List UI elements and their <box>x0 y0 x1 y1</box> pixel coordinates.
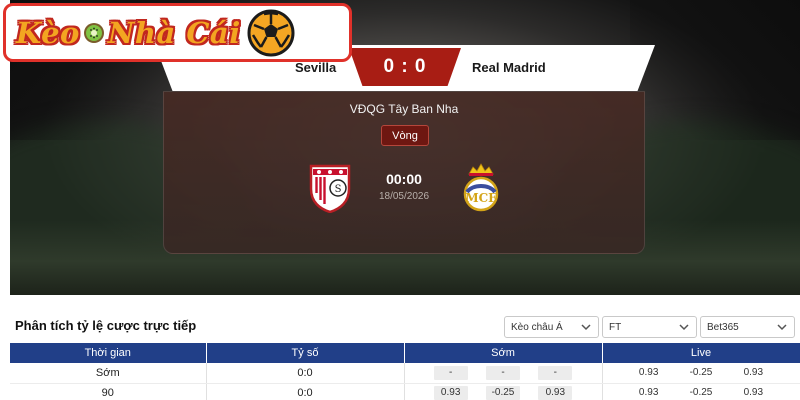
away-team-name[interactable]: Real Madrid <box>472 60 546 75</box>
bookmaker-select-value: Bet365 <box>707 321 739 333</box>
odds-table: Thời gian Tỷ số Sớm Live Sớm 0:0 - - - 0… <box>10 343 800 400</box>
odds-value: -0.25 <box>683 365 718 380</box>
odds-value: - <box>485 365 520 380</box>
away-team-logo[interactable]: MCF <box>455 160 507 216</box>
column-header-live: Live <box>602 343 800 363</box>
kiwi-icon <box>83 22 104 43</box>
chevron-down-icon <box>581 324 591 331</box>
soccer-ball-icon <box>247 9 295 56</box>
table-row: 90 0:0 0.93 -0.25 0.93 0.93 -0.25 0.93 <box>10 383 800 400</box>
odds-value: 0.93 <box>736 386 771 400</box>
market-select-value: Kèo châu Á <box>511 321 563 333</box>
cell-early-odds: - - - <box>404 363 603 384</box>
cell-live-odds: 0.93 -0.25 0.93 <box>602 363 800 384</box>
cell-score: 0:0 <box>206 363 405 384</box>
cell-score: 0:0 <box>206 383 405 400</box>
match-card: VĐQG Tây Ban Nha Vòng S 00:00 18/05/2026… <box>163 91 645 254</box>
real-madrid-crest-icon: MCF <box>463 163 499 212</box>
league-name[interactable]: VĐQG Tây Ban Nha <box>164 102 644 116</box>
odds-value: 0.93 <box>631 386 666 400</box>
chevron-down-icon <box>679 324 689 331</box>
cell-live-odds: 0.93 -0.25 0.93 <box>602 383 800 400</box>
odds-value: 0.93 <box>631 365 666 380</box>
svg-text:MCF: MCF <box>465 191 497 205</box>
home-team-name[interactable]: Sevilla <box>295 60 336 75</box>
match-date: 18/05/2026 <box>378 191 430 202</box>
brand-name-part1: Kèo <box>16 15 80 50</box>
site-logo[interactable]: Kèo Nhà Cái <box>3 3 352 62</box>
odds-value: - <box>433 365 468 380</box>
period-select-value: FT <box>609 321 622 333</box>
odds-value: 0.93 <box>433 386 468 400</box>
home-team-logo[interactable]: S <box>304 160 356 216</box>
odds-value: -0.25 <box>485 386 520 400</box>
period-select[interactable]: FT <box>602 316 697 338</box>
odds-value: 0.93 <box>538 386 573 400</box>
odds-value: 0.93 <box>736 365 771 380</box>
column-header-score: Tỷ số <box>206 343 405 363</box>
market-select[interactable]: Kèo châu Á <box>504 316 599 338</box>
odds-value: -0.25 <box>683 386 718 400</box>
stadium-shadow <box>630 0 800 140</box>
column-header-early: Sớm <box>404 343 603 363</box>
brand-name-part2: Nhà Cái <box>107 15 241 50</box>
table-row: Sớm 0:0 - - - 0.93 -0.25 0.93 <box>10 363 800 384</box>
cell-time: 90 <box>10 383 207 400</box>
chevron-down-icon <box>777 324 787 331</box>
odds-table-header: Thời gian Tỷ số Sớm Live <box>10 343 800 363</box>
cell-time: Sớm <box>10 363 207 384</box>
kickoff-time: 00:00 <box>386 171 422 187</box>
bookmaker-select[interactable]: Bet365 <box>700 316 795 338</box>
odds-section-title: Phân tích tỷ lệ cược trực tiếp <box>15 318 197 333</box>
odds-value: - <box>538 365 573 380</box>
round-badge: Vòng <box>381 125 429 146</box>
match-score: 0 : 0 <box>349 48 461 86</box>
column-header-time: Thời gian <box>10 343 207 363</box>
cell-early-odds: 0.93 -0.25 0.93 <box>404 383 603 400</box>
